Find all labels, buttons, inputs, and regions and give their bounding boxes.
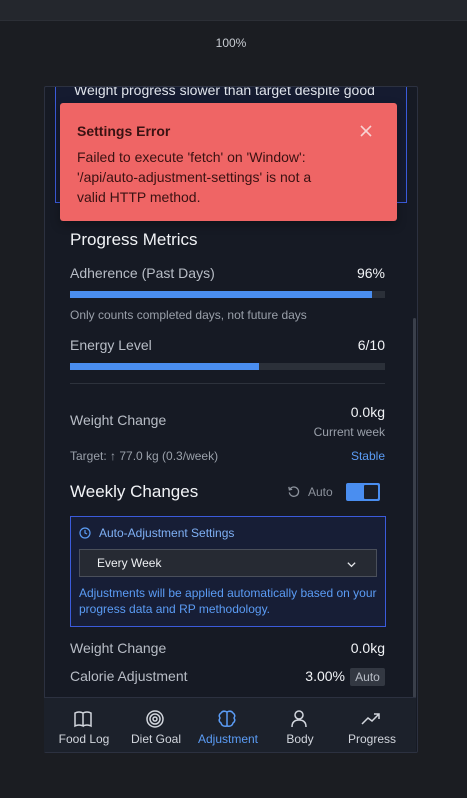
nav-progress[interactable]: Progress (336, 698, 408, 752)
calorie-adjustment-label: Calorie Adjustment (70, 668, 188, 684)
settings-error-toast: Settings Error Failed to execute 'fetch'… (60, 103, 397, 221)
zoom-level: 100% (215, 36, 247, 50)
frequency-value: Every Week (97, 556, 162, 570)
nav-label: Body (286, 732, 314, 746)
adherence-note: Only counts completed days, not future d… (70, 308, 307, 322)
auto-toggle[interactable] (346, 483, 380, 501)
trending-up-icon (360, 708, 382, 730)
target-icon (144, 708, 166, 730)
status-badge: Stable (350, 449, 385, 463)
nav-label: Diet Goal (130, 732, 182, 746)
divider (70, 383, 385, 384)
scrollbar[interactable] (413, 318, 416, 698)
toast-title: Settings Error (77, 123, 171, 139)
energy-value: 6/10 (357, 337, 385, 353)
nav-body[interactable]: Body (264, 698, 336, 752)
adherence-bar-fill (70, 291, 373, 298)
book-icon (72, 708, 94, 730)
energy-bar (70, 363, 385, 370)
nav-food-log[interactable]: Food Log (48, 698, 120, 752)
energy-label: Energy Level (70, 337, 152, 353)
weekly-weight-change-label: Weight Change (70, 640, 167, 656)
energy-bar-fill (70, 363, 259, 370)
frequency-select[interactable]: Every Week (79, 549, 377, 577)
auto-settings-note: Adjustments will be applied automaticall… (79, 586, 377, 616)
auto-label: Auto (308, 485, 333, 499)
close-icon[interactable] (358, 124, 374, 140)
nav-diet-goal[interactable]: Diet Goal (120, 698, 192, 752)
weight-change-value: 0.0kg (350, 404, 385, 420)
toast-message: Failed to execute 'fetch' on 'Window': '… (77, 149, 312, 205)
insight-text: Weight progress slower than target despi… (74, 86, 375, 98)
browser-divider (0, 20, 467, 21)
adherence-label: Adherence (Past Days) (70, 265, 215, 281)
weekly-weight-change-value: 0.0kg (350, 640, 385, 656)
clock-icon (79, 526, 92, 539)
bottom-nav: Food Log Diet Goal Adjustment Body Progr… (44, 697, 416, 752)
brain-icon (216, 708, 238, 730)
chevron-down-icon (346, 557, 358, 569)
weekly-changes-title: Weekly Changes (70, 482, 199, 501)
nav-label: Progress (347, 732, 397, 746)
auto-settings-title: Auto-Adjustment Settings (99, 526, 235, 540)
weight-change-label: Weight Change (70, 412, 167, 428)
adherence-value: 96% (356, 265, 385, 281)
nav-adjustment[interactable]: Adjustment (192, 698, 264, 752)
nav-label: Food Log (58, 732, 110, 746)
user-icon (288, 708, 310, 730)
refresh-icon (287, 485, 301, 499)
nav-label: Adjustment (197, 732, 259, 746)
target-text: Target: ↑ 77.0 kg (0.3/week) (70, 449, 219, 463)
progress-metrics-title: Progress Metrics (70, 230, 198, 249)
toggle-knob (364, 485, 378, 499)
calorie-adjustment-value: 3.00% (305, 668, 345, 684)
weight-change-period: Current week (313, 425, 385, 439)
browser-top-bar (0, 0, 467, 20)
auto-badge: Auto (350, 668, 385, 686)
adherence-bar (70, 291, 385, 298)
